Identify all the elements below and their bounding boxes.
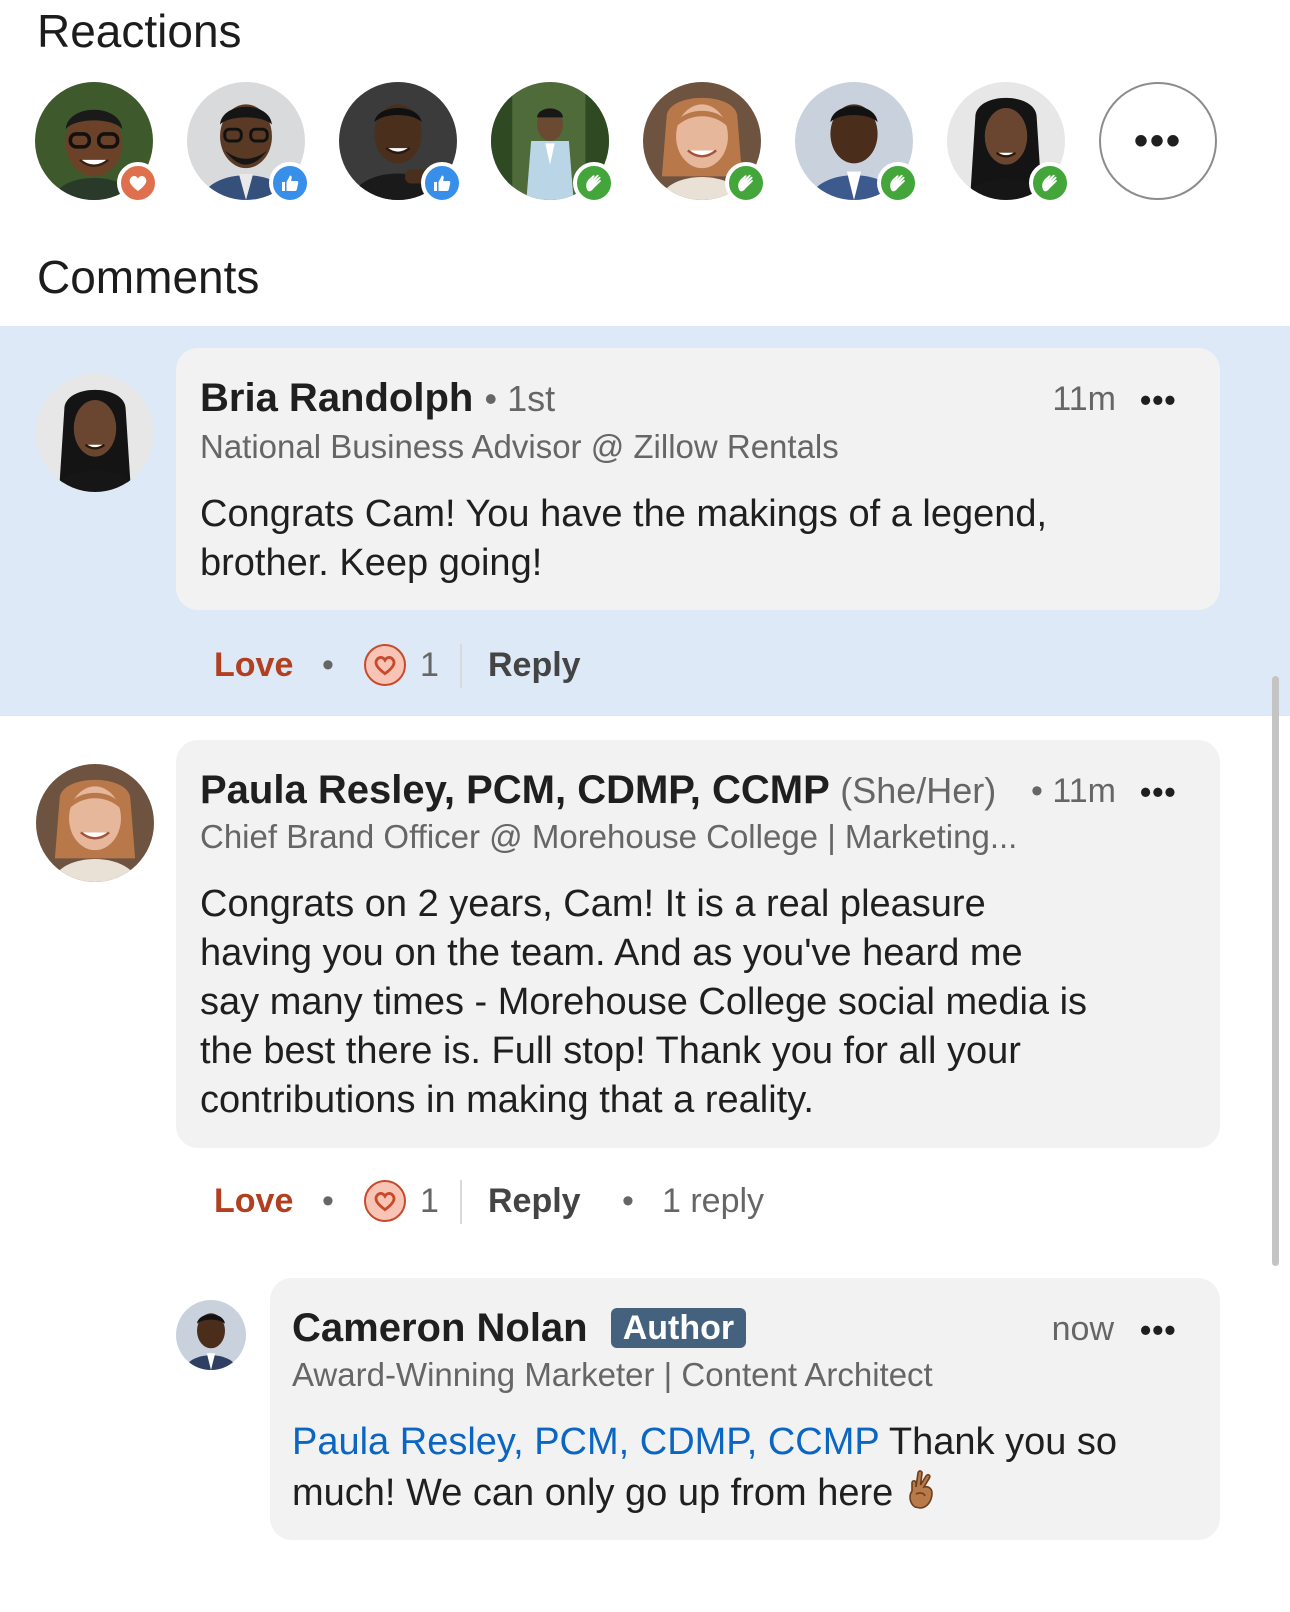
author-name[interactable]: Cameron Nolan	[292, 1306, 588, 1350]
reply-author-avatar[interactable]	[176, 1300, 246, 1370]
comment-text-line: say many times - Morehouse College socia…	[200, 981, 1088, 1023]
reply-timestamp: now	[1051, 1310, 1114, 1348]
reactions-heading: Reactions	[37, 5, 242, 57]
like-reaction-icon	[269, 162, 311, 204]
reactor-avatar[interactable]	[643, 82, 767, 204]
reactor-avatar[interactable]	[491, 82, 615, 204]
love-reaction-button[interactable]: Love	[214, 1182, 293, 1221]
celebrate-reaction-icon	[1029, 162, 1071, 204]
crossed-fingers-icon	[903, 1467, 943, 1511]
comment-text-line: Congrats Cam! You have the makings of a …	[200, 493, 1048, 535]
author-name[interactable]: Paula Resley, PCM, CDMP, CCMP	[200, 768, 829, 812]
heart-icon	[364, 1180, 406, 1222]
reactor-avatar[interactable]	[795, 82, 919, 204]
like-reaction-icon	[421, 162, 463, 204]
comment-bubble: Paula Resley, PCM, CDMP, CCMP (She/Her) …	[176, 740, 1220, 1148]
comment-text-line: contributions in making that a reality.	[200, 1079, 814, 1121]
love-reaction-icon	[117, 162, 159, 204]
comment-actions: Love • 1 Reply • 1 reply	[214, 1176, 914, 1226]
comment-menu-button[interactable]: •••	[1140, 774, 1177, 811]
reaction-count[interactable]: 1	[364, 644, 439, 686]
comment-text: Congrats on 2 years, Cam! It is a real p…	[200, 880, 1087, 1125]
celebrate-reaction-icon	[573, 162, 615, 204]
reactor-avatar[interactable]	[339, 82, 463, 204]
mention-link[interactable]: Paula Resley, PCM, CDMP, CCMP	[292, 1421, 879, 1463]
comment-menu-button[interactable]: •••	[1140, 382, 1177, 419]
comment-timestamp: 11m	[1052, 380, 1116, 418]
divider	[460, 1180, 462, 1224]
view-replies-link[interactable]: 1 reply	[662, 1182, 764, 1221]
reactor-avatar[interactable]	[35, 82, 159, 204]
comment-text-line: Congrats on 2 years, Cam! It is a real p…	[200, 883, 986, 925]
celebrate-reaction-icon	[877, 162, 919, 204]
reply-text-segment: much! We can only go up from here	[292, 1472, 894, 1514]
commenter-avatar[interactable]	[36, 374, 154, 492]
commenter-avatar[interactable]	[36, 764, 154, 882]
separator-dot: •	[322, 1182, 334, 1220]
author-badge: Author	[610, 1308, 747, 1348]
connection-degree: • 1st	[484, 378, 556, 419]
reply-menu-button[interactable]: •••	[1140, 1312, 1177, 1349]
reaction-count-value: 1	[420, 645, 439, 684]
author-pronouns: (She/Her)	[840, 770, 997, 811]
reaction-count-value: 1	[420, 1181, 439, 1220]
celebrate-reaction-icon	[725, 162, 767, 204]
comment-text: Congrats Cam! You have the makings of a …	[200, 490, 1047, 588]
separator-dot: •	[322, 646, 334, 684]
comment-text-line: brother. Keep going!	[200, 542, 543, 584]
comment-timestamp: • 11m	[1031, 772, 1116, 810]
comment-actions: Love • 1 Reply	[214, 640, 814, 690]
reply-text-segment: Thank you so	[879, 1421, 1118, 1463]
author-headline: Award-Winning Marketer | Content Archite…	[292, 1356, 933, 1393]
divider	[460, 644, 462, 688]
reply-text-line: Paula Resley, PCM, CDMP, CCMP Thank you …	[292, 1418, 1117, 1467]
reaction-count[interactable]: 1	[364, 1180, 439, 1222]
reply-button[interactable]: Reply	[488, 1182, 581, 1221]
reactor-avatar[interactable]	[187, 82, 311, 204]
separator-dot: •	[622, 1182, 634, 1220]
more-reactors-button[interactable]: •••	[1099, 82, 1217, 200]
reply-bubble: Cameron Nolan Author now ••• Award-Winni…	[270, 1278, 1220, 1540]
reactor-avatar[interactable]	[947, 82, 1071, 204]
reply-text-line: much! We can only go up from here	[292, 1467, 1117, 1518]
author-name[interactable]: Bria Randolph	[200, 376, 473, 420]
reply-author[interactable]: Cameron Nolan Author	[292, 1306, 747, 1351]
comment-text-line: the best there is. Full stop! Thank you …	[200, 1030, 1021, 1072]
comment-author[interactable]: Bria Randolph • 1st	[200, 376, 555, 421]
comment-bubble: Bria Randolph • 1st 11m ••• National Bus…	[176, 348, 1220, 610]
comments-heading: Comments	[37, 251, 260, 303]
comment-text-line: having you on the team. And as you've he…	[200, 932, 1023, 974]
scrollbar[interactable]	[1272, 676, 1279, 1266]
comment-author[interactable]: Paula Resley, PCM, CDMP, CCMP (She/Her)	[200, 768, 996, 813]
reply-text: Paula Resley, PCM, CDMP, CCMP Thank you …	[292, 1418, 1117, 1518]
author-headline: Chief Brand Officer @ Morehouse College …	[200, 818, 1018, 855]
reply-button[interactable]: Reply	[488, 646, 581, 685]
author-headline: National Business Advisor @ Zillow Renta…	[200, 428, 839, 465]
heart-icon	[364, 644, 406, 686]
love-reaction-button[interactable]: Love	[214, 646, 293, 685]
